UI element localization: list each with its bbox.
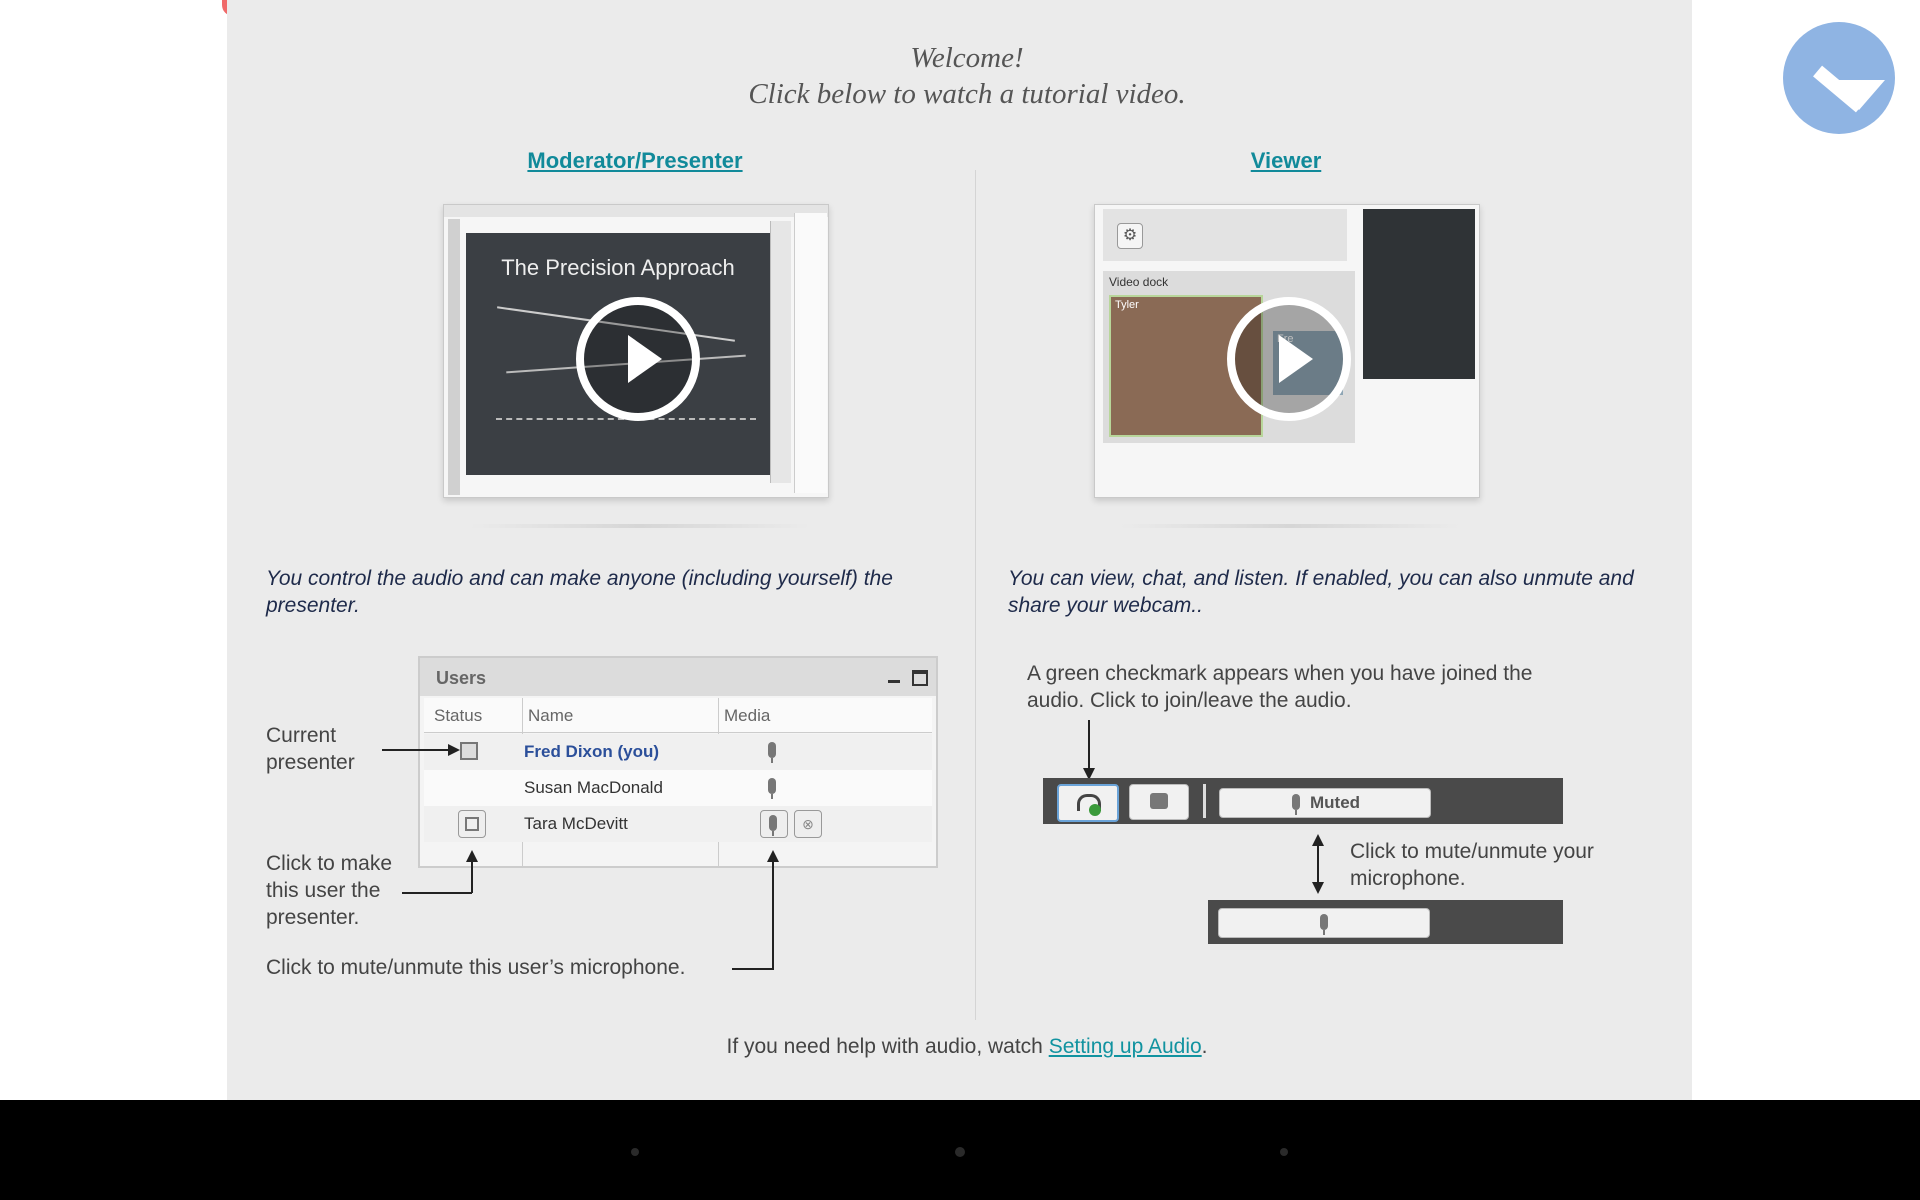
logo-badge-icon[interactable] — [1783, 22, 1895, 134]
nav-home-button[interactable] — [955, 1147, 965, 1157]
welcome-heading: Welcome! — [910, 42, 1024, 74]
toolbar-separator — [1203, 784, 1206, 818]
join-audio-button[interactable] — [1057, 784, 1119, 822]
microphone-muted-icon — [1292, 794, 1300, 815]
presenter-icon — [460, 742, 478, 760]
user-name: Susan MacDonald — [524, 778, 663, 797]
muted-label: Muted — [1310, 793, 1361, 812]
pointer-line — [382, 749, 450, 751]
minimize-icon[interactable] — [888, 680, 900, 683]
table-row[interactable]: Tara McDevitt ⊗ — [424, 806, 932, 842]
viewer-description: You can view, chat, and listen. If enabl… — [1008, 567, 1634, 617]
chalkboard-preview — [1363, 209, 1475, 379]
arrow-right — [448, 744, 460, 756]
viewer-video-thumbnail[interactable]: ⚙ Video dock Tyler Fre — [1094, 204, 1480, 498]
welcome-subheading: Click below to watch a tutorial video. — [748, 78, 1186, 110]
table-header: Status Name Media — [424, 698, 932, 733]
table-row[interactable]: Fred Dixon (you) — [424, 734, 932, 770]
microphone-icon[interactable] — [768, 742, 776, 763]
column-status[interactable]: Status — [434, 706, 482, 726]
audio-toolbar-unmuted — [1208, 900, 1563, 944]
make-presenter-callout: Click to make this user the presenter. — [266, 852, 393, 929]
kick-user-button[interactable]: ⊗ — [794, 810, 822, 838]
help-footer: If you need help with audio, watch Setti… — [527, 1033, 1407, 1060]
arrow-up — [1312, 834, 1324, 846]
user-name: Fred Dixon (you) — [524, 742, 660, 761]
mute-user-callout: Click to mute/unmute this user’s microph… — [266, 956, 686, 979]
moderator-presenter-link[interactable]: Moderator/Presenter — [480, 148, 790, 174]
drawing-tools — [770, 221, 791, 483]
checkmark-icon — [1089, 804, 1101, 816]
user-name: Tara McDevitt — [524, 814, 628, 833]
webcam-icon — [1150, 793, 1168, 809]
webcam-button[interactable] — [1129, 784, 1189, 820]
presenter-icon — [465, 817, 479, 831]
moderator-description: You control the audio and can make anyon… — [266, 567, 893, 617]
logo-arrow-head — [1833, 80, 1885, 110]
pointer-line — [1088, 720, 1090, 770]
mute-toggle-unmuted[interactable] — [1218, 908, 1430, 938]
chat-panel — [794, 213, 827, 493]
column-name[interactable]: Name — [528, 706, 573, 726]
thumbnail-shadow — [1120, 524, 1460, 528]
checkmark-callout: A green checkmark appears when you have … — [1027, 662, 1533, 712]
play-icon[interactable] — [576, 297, 700, 421]
users-panel-title: Users — [436, 668, 487, 688]
microphone-icon[interactable] — [768, 778, 776, 799]
play-icon[interactable] — [1227, 297, 1351, 421]
arrow-up — [466, 850, 478, 862]
users-panel-header: Users — [420, 658, 936, 696]
microphone-icon — [769, 815, 777, 836]
audio-toolbar: Muted — [1043, 778, 1563, 824]
pointer-line — [402, 892, 472, 894]
pointer-line — [732, 968, 774, 970]
current-presenter-callout: Current presenter — [266, 724, 355, 774]
column-divider — [975, 170, 976, 1020]
maximize-icon[interactable] — [912, 670, 928, 686]
table-row[interactable]: Susan MacDonald — [424, 770, 932, 806]
make-presenter-button[interactable] — [458, 810, 486, 838]
whiteboard-toolbar — [444, 205, 828, 217]
arrow-down — [1312, 882, 1324, 894]
help-suffix: . — [1201, 1035, 1208, 1058]
video-dock-label: Video dock — [1109, 275, 1169, 289]
pointer-line — [1317, 844, 1319, 884]
nav-back-button[interactable] — [631, 1148, 639, 1156]
slide-title: The Precision Approach — [501, 255, 735, 280]
help-text: If you need help with audio, watch — [726, 1035, 1049, 1058]
moderator-video-thumbnail[interactable]: The Precision Approach — [443, 204, 829, 498]
mute-user-button[interactable] — [760, 810, 788, 838]
microphone-icon — [1320, 914, 1328, 935]
webcam-label: Tyler — [1115, 299, 1139, 311]
mute-toggle-muted[interactable]: Muted — [1219, 788, 1431, 818]
column-media[interactable]: Media — [724, 706, 770, 726]
setting-up-audio-link[interactable]: Setting up Audio — [1049, 1035, 1202, 1058]
nav-recents-button[interactable] — [1280, 1148, 1288, 1156]
arrow-up — [767, 850, 779, 862]
users-panel: Users Status Name Media Fred Dixon (you)… — [418, 656, 938, 868]
gear-icon: ⚙ — [1117, 223, 1143, 249]
thumbnail-shadow — [470, 524, 810, 528]
settings-bar: ⚙ — [1103, 209, 1347, 261]
mute-mic-callout: Click to mute/unmute your microphone. — [1350, 840, 1594, 890]
left-strip — [448, 219, 460, 495]
pointer-line — [772, 856, 774, 970]
viewer-link[interactable]: Viewer — [1186, 148, 1386, 174]
